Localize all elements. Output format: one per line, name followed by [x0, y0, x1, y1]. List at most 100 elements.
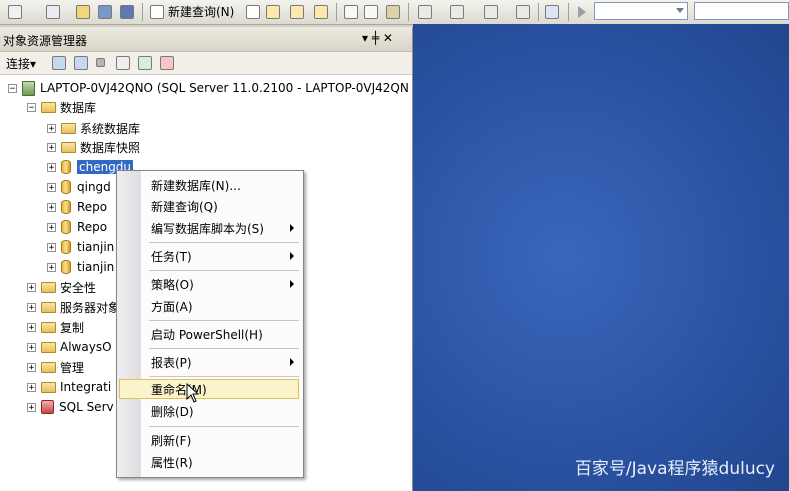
disconnect-icon[interactable] — [74, 56, 88, 70]
expand-icon[interactable]: + — [27, 342, 36, 352]
alwayson-label: AlwaysO — [60, 340, 112, 354]
tree-databases-node[interactable]: − 数据库 — [27, 98, 96, 116]
menu-policies[interactable]: 策略(O) — [151, 274, 194, 294]
xmla-icon[interactable] — [314, 3, 328, 20]
mdx-icon[interactable] — [266, 3, 280, 20]
menu-new-query[interactable]: 新建查询(Q) — [151, 196, 218, 216]
db-query-icon[interactable] — [246, 3, 260, 20]
copy-icon[interactable] — [364, 3, 378, 20]
menu-script-database[interactable]: 编写数据库脚本为(S) — [151, 218, 299, 238]
paste-icon[interactable] — [386, 3, 400, 20]
server-label: LAPTOP-0VJ42QNO (SQL Server 11.0.2100 - … — [40, 81, 409, 95]
filter-icon[interactable] — [116, 56, 130, 70]
server-icon — [22, 80, 35, 96]
save-icon[interactable] — [98, 3, 112, 20]
expand-icon[interactable]: + — [27, 402, 36, 412]
grid-icon[interactable] — [46, 3, 60, 20]
tree-server-objects-node[interactable]: + 服务器对象 — [27, 298, 120, 316]
tree-db-item[interactable]: + Repo — [47, 198, 107, 216]
expand-icon[interactable]: + — [27, 302, 36, 312]
tree-system-db-node[interactable]: + 系统数据库 — [47, 119, 140, 137]
db-item-label: Repo — [77, 200, 108, 214]
connect-icon[interactable] — [52, 56, 66, 70]
mouse-cursor-icon — [186, 383, 200, 403]
tree-db-item[interactable]: + Repo — [47, 218, 107, 236]
tree-db-snapshots-node[interactable]: + 数据库快照 — [47, 138, 140, 156]
object-explorer-title-bar: 对象资源管理器 ▾ ╪ ✕ — [0, 27, 412, 52]
folder-icon — [61, 141, 76, 153]
expand-icon[interactable]: + — [47, 162, 56, 172]
db-snapshots-label: 数据库快照 — [80, 140, 141, 155]
solution-config-combo[interactable] — [594, 2, 688, 20]
integration-label: Integrati — [60, 380, 112, 394]
submenu-arrow-icon — [290, 252, 294, 260]
panel-title: 对象资源管理器 — [3, 34, 88, 48]
expand-icon[interactable]: + — [47, 262, 56, 272]
tree-db-item[interactable]: + tianjin — [47, 238, 114, 256]
redo-icon[interactable] — [450, 3, 464, 20]
database-icon — [61, 240, 71, 254]
panel-window-buttons[interactable]: ▾ ╪ ✕ — [362, 31, 393, 45]
menu-label: 编写数据库脚本为(S) — [151, 221, 264, 236]
collapse-icon[interactable]: − — [8, 83, 17, 93]
stop-icon[interactable] — [96, 58, 105, 67]
watermark-text: 百家号/Java程序猿dulucy — [574, 459, 775, 479]
tree-db-item[interactable]: + qingd — [47, 178, 111, 196]
expand-icon[interactable]: + — [47, 222, 56, 232]
tree-alwayson-node[interactable]: + AlwaysO — [27, 338, 112, 356]
menu-refresh[interactable]: 刷新(F) — [151, 430, 191, 450]
activity-monitor-icon[interactable] — [545, 3, 559, 20]
menu-facets[interactable]: 方面(A) — [151, 296, 193, 316]
tree-server-node[interactable]: − LAPTOP-0VJ42QNO (SQL Server 11.0.2100 … — [8, 79, 409, 97]
new-item-icon[interactable] — [8, 3, 22, 20]
menu-new-database[interactable]: 新建数据库(N)... — [151, 175, 241, 195]
tree-security-node[interactable]: + 安全性 — [27, 278, 96, 296]
system-db-label: 系统数据库 — [80, 121, 141, 136]
search-combo[interactable] — [694, 2, 789, 20]
expand-icon[interactable]: + — [47, 242, 56, 252]
undo-icon[interactable] — [418, 3, 432, 20]
expand-icon[interactable]: + — [27, 382, 36, 392]
expand-icon[interactable]: + — [27, 362, 36, 372]
new-query-button[interactable]: 新建查询(N) — [150, 3, 234, 20]
connect-button[interactable]: 连接▾ — [6, 55, 36, 72]
expand-icon[interactable]: + — [47, 142, 56, 152]
cut-icon[interactable] — [344, 3, 358, 20]
dmx-icon[interactable] — [290, 3, 304, 20]
tree-replication-node[interactable]: + 复制 — [27, 318, 84, 336]
activity-icon[interactable] — [160, 56, 174, 70]
expand-icon[interactable]: + — [47, 123, 56, 133]
main-toolbar: 新建查询(N) — [0, 0, 789, 25]
menu-start-powershell[interactable]: 启动 PowerShell(H) — [151, 324, 263, 344]
navigate-icon[interactable] — [484, 3, 498, 20]
submenu-arrow-icon — [290, 224, 294, 232]
tree-db-item[interactable]: + tianjin — [47, 258, 114, 276]
tree-management-node[interactable]: + 管理 — [27, 358, 84, 376]
save-all-icon[interactable] — [120, 3, 134, 20]
server-objects-label: 服务器对象 — [60, 300, 121, 315]
db-item-label: Repo — [77, 220, 108, 234]
tree-integration-node[interactable]: + Integrati — [27, 378, 111, 396]
db-item-label: tianjin — [77, 260, 115, 274]
expand-icon[interactable]: + — [47, 202, 56, 212]
database-icon — [61, 160, 71, 174]
folder-icon — [41, 341, 56, 353]
database-icon — [61, 180, 71, 194]
sql-server-label: SQL Serv — [59, 400, 114, 414]
menu-properties[interactable]: 属性(R) — [151, 452, 193, 472]
navigate-forward-icon[interactable] — [516, 3, 530, 20]
collapse-icon[interactable]: − — [27, 102, 36, 112]
refresh-icon[interactable] — [138, 56, 152, 70]
expand-icon[interactable]: + — [47, 182, 56, 192]
security-label: 安全性 — [60, 280, 97, 295]
folder-icon — [41, 301, 56, 313]
menu-tasks[interactable]: 任务(T) — [151, 246, 192, 266]
folder-icon — [41, 321, 56, 333]
new-query-icon — [150, 4, 164, 19]
open-folder-icon[interactable] — [76, 3, 90, 20]
tree-sql-agent-node[interactable]: + SQL Serv — [27, 398, 114, 416]
menu-reports[interactable]: 报表(P) — [151, 352, 192, 372]
expand-icon[interactable]: + — [27, 282, 36, 292]
start-debug-icon[interactable] — [578, 3, 586, 20]
expand-icon[interactable]: + — [27, 322, 36, 332]
